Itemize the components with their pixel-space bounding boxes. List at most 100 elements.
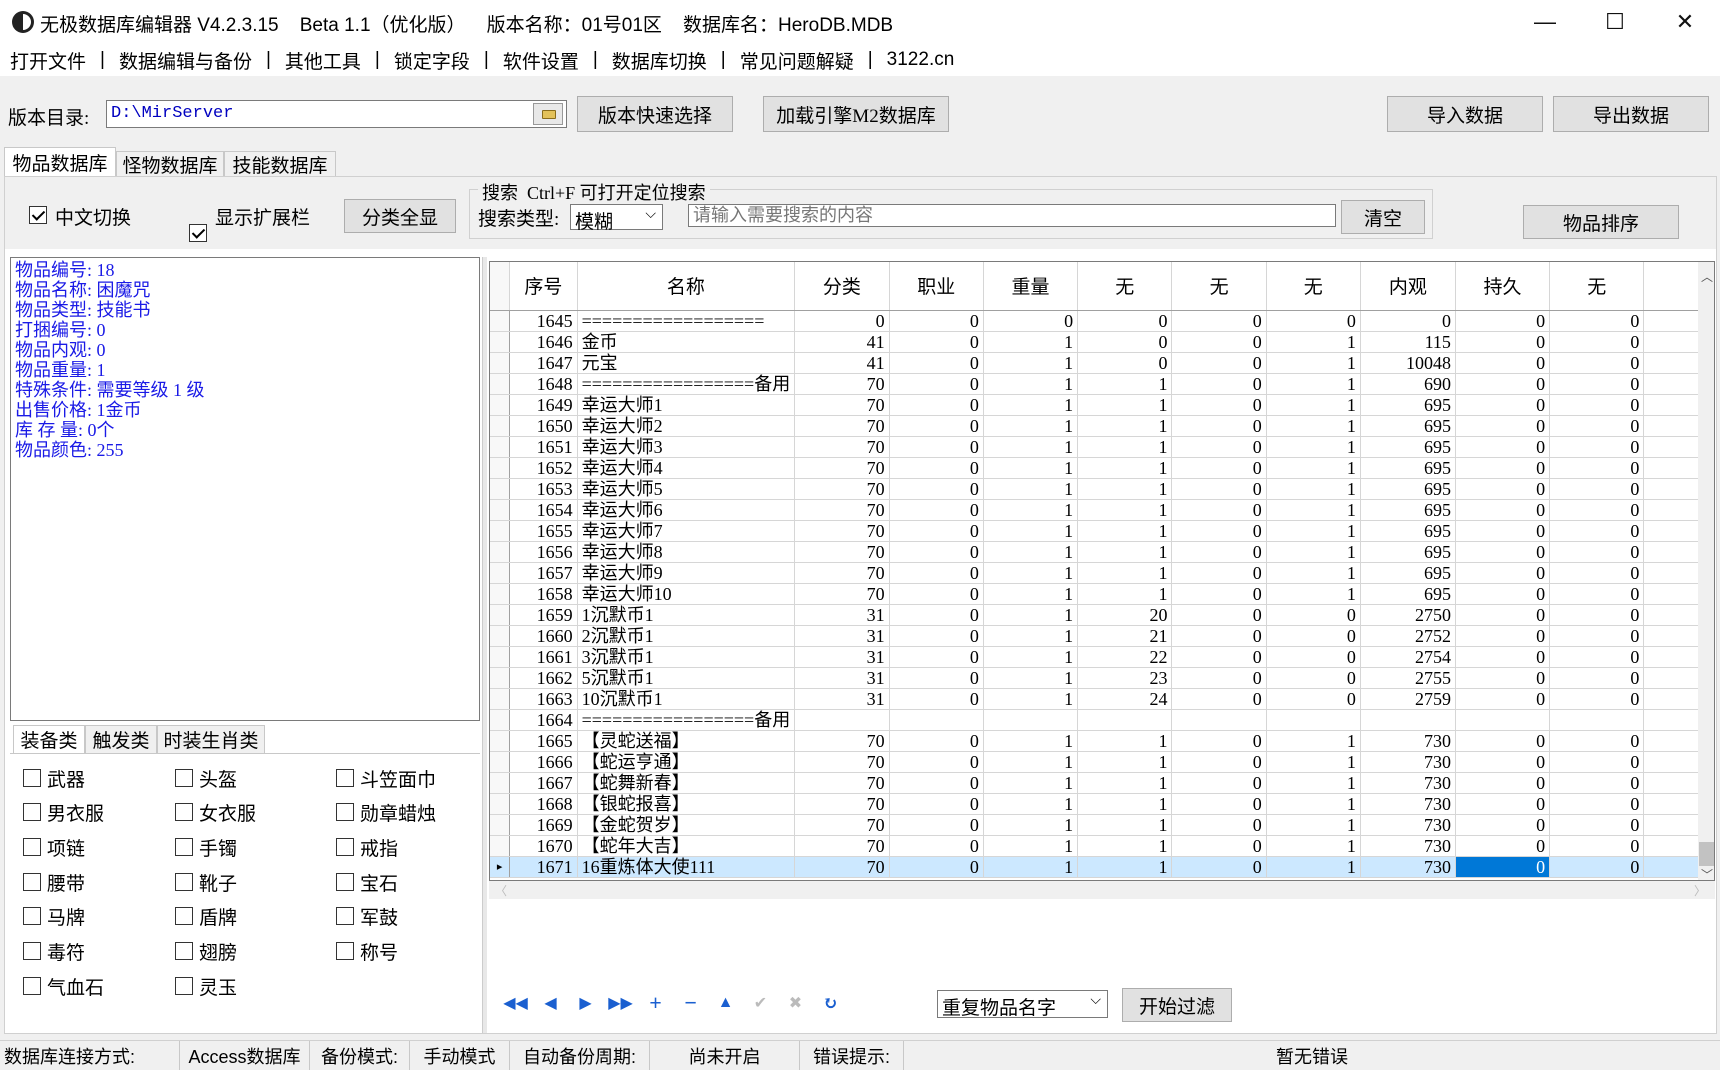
table-cell[interactable]: 0 <box>1549 499 1645 521</box>
search-type-select[interactable]: 模糊 ⌵ <box>570 204 663 233</box>
table-cell[interactable]: 1665 <box>509 730 578 752</box>
table-cell[interactable]: 70 <box>794 772 890 794</box>
table-cell[interactable]: 695 <box>1360 541 1456 563</box>
table-cell[interactable]: 2754 <box>1360 646 1456 668</box>
table-cell[interactable]: 31 <box>794 667 890 689</box>
table-cell[interactable] <box>1077 709 1173 731</box>
table-cell[interactable]: 幸运大师5 <box>577 478 796 500</box>
table-cell[interactable]: 730 <box>1360 730 1456 752</box>
tab-monster-db[interactable]: 怪物数据库 <box>116 151 224 177</box>
table-row[interactable]: 1666 【蛇运亨通】 70 0 1 1 0 1 730 0 0 <box>490 751 1714 773</box>
table-row[interactable]: 1667 【蛇舞新春】 70 0 1 1 0 1 730 0 0 <box>490 772 1714 794</box>
row-indicator[interactable] <box>490 373 511 395</box>
table-cell[interactable]: 0 <box>1455 541 1551 563</box>
table-cell[interactable]: 695 <box>1360 478 1456 500</box>
table-cell[interactable]: 1653 <box>509 478 578 500</box>
table-cell[interactable]: 0 <box>1549 310 1645 332</box>
version-quick-select-button[interactable]: 版本快速选择 <box>577 96 733 132</box>
table-cell[interactable]: 0 <box>1171 604 1267 626</box>
table-cell[interactable]: 0 <box>1455 562 1551 584</box>
horizontal-scrollbar[interactable]: 〈 〉 <box>489 881 1715 899</box>
category-boots[interactable]: 靴子 <box>175 871 237 895</box>
table-cell[interactable]: 1 <box>1266 394 1361 416</box>
table-cell[interactable]: 0 <box>1549 730 1645 752</box>
table-cell[interactable]: 5沉默币1 <box>577 667 796 689</box>
table-cell[interactable] <box>889 709 984 731</box>
table-cell[interactable]: 0 <box>1455 478 1551 500</box>
table-row[interactable]: 1650 幸运大师2 70 0 1 1 0 1 695 0 0 <box>490 415 1714 437</box>
table-cell[interactable]: 0 <box>1455 793 1551 815</box>
table-cell[interactable]: 1 <box>983 394 1079 416</box>
table-cell[interactable]: 1670 <box>509 835 578 857</box>
table-cell[interactable]: 0 <box>889 856 984 878</box>
table-row[interactable]: 1660 2沉默币1 31 0 1 21 0 0 2752 0 0 <box>490 625 1714 647</box>
table-cell[interactable]: 0 <box>1455 520 1551 542</box>
table-cell[interactable]: 0 <box>1171 457 1267 479</box>
table-cell[interactable]: 1 <box>983 751 1079 773</box>
table-cell[interactable]: 70 <box>794 793 890 815</box>
table-cell[interactable]: 1 <box>1077 394 1173 416</box>
category-medal-candle[interactable]: 勋章蜡烛 <box>336 801 436 825</box>
table-cell[interactable]: 1 <box>983 730 1079 752</box>
export-data-button[interactable]: 导出数据 <box>1553 96 1709 132</box>
table-cell[interactable]: 2755 <box>1360 667 1456 689</box>
close-button[interactable]: ✕ <box>1650 0 1720 44</box>
table-cell[interactable]: 0 <box>889 814 984 836</box>
table-cell[interactable]: 0 <box>1549 541 1645 563</box>
table-cell[interactable]: 0 <box>1171 562 1267 584</box>
category-female-armor[interactable]: 女衣服 <box>175 801 256 825</box>
scroll-down-icon[interactable]: ﹀ <box>1701 866 1713 880</box>
table-cell[interactable]: 41 <box>794 352 890 374</box>
tab-fashion-zodiac[interactable]: 时装生肖类 <box>157 725 265 753</box>
table-cell[interactable]: 幸运大师9 <box>577 562 796 584</box>
category-horse-tag[interactable]: 马牌 <box>23 905 85 929</box>
table-cell[interactable]: 1 <box>1266 478 1361 500</box>
table-cell[interactable]: 0 <box>889 772 984 794</box>
table-cell[interactable]: 0 <box>1549 394 1645 416</box>
table-cell[interactable]: 0 <box>1549 751 1645 773</box>
table-cell[interactable]: 1655 <box>509 520 578 542</box>
table-row[interactable]: 1648 =================备用 70 0 1 1 0 1 690 0 0 <box>490 373 1714 395</box>
clear-search-button[interactable]: 清空 <box>1341 200 1425 234</box>
table-cell[interactable]: 0 <box>1455 331 1551 353</box>
table-cell[interactable]: 0 <box>1455 499 1551 521</box>
table-row[interactable]: 1659 1沉默币1 31 0 1 20 0 0 2750 0 0 <box>490 604 1714 626</box>
table-cell[interactable]: 【蛇年大吉】 <box>577 835 796 857</box>
table-cell[interactable]: 幸运大师7 <box>577 520 796 542</box>
row-indicator[interactable] <box>490 352 511 374</box>
table-cell[interactable]: 1 <box>1266 520 1361 542</box>
category-gem[interactable]: 宝石 <box>336 871 398 895</box>
table-cell[interactable]: 2752 <box>1360 625 1456 647</box>
table-cell[interactable]: 0 <box>1171 583 1267 605</box>
table-cell[interactable]: 0 <box>1171 541 1267 563</box>
category-ring[interactable]: 戒指 <box>336 836 398 860</box>
table-cell[interactable]: 0 <box>1455 646 1551 668</box>
table-cell[interactable]: 695 <box>1360 394 1456 416</box>
row-indicator[interactable]: ▸ <box>490 856 511 878</box>
column-header[interactable]: 无 <box>1077 262 1173 311</box>
prior-record-icon[interactable]: ◀ <box>533 988 568 1018</box>
table-row[interactable]: 1657 幸运大师9 70 0 1 1 0 1 695 0 0 <box>490 562 1714 584</box>
table-cell[interactable]: 1667 <box>509 772 578 794</box>
table-cell[interactable]: 0 <box>1171 478 1267 500</box>
table-cell[interactable]: 690 <box>1360 373 1456 395</box>
table-cell[interactable]: 1648 <box>509 373 578 395</box>
table-cell[interactable]: 1 <box>1077 583 1173 605</box>
table-cell[interactable]: 0 <box>1077 352 1173 374</box>
start-filter-button[interactable]: 开始过滤 <box>1122 988 1232 1022</box>
table-cell[interactable]: 0 <box>1455 835 1551 857</box>
table-cell[interactable]: 1 <box>983 688 1079 710</box>
table-cell[interactable]: 0 <box>1171 625 1267 647</box>
duplicate-filter-select[interactable]: 重复物品名字 ⌵ <box>937 990 1108 1019</box>
table-cell[interactable]: 0 <box>889 646 984 668</box>
splitter-handle[interactable] <box>482 257 487 1033</box>
table-cell[interactable]: 31 <box>794 646 890 668</box>
refresh-icon[interactable]: ↻ <box>813 988 848 1018</box>
table-cell[interactable]: 21 <box>1077 625 1173 647</box>
table-cell[interactable]: 0 <box>889 478 984 500</box>
category-necklace[interactable]: 项链 <box>23 836 85 860</box>
table-cell[interactable]: 幸运大师4 <box>577 457 796 479</box>
minimize-button[interactable]: — <box>1510 0 1580 44</box>
table-cell[interactable]: 1 <box>983 373 1079 395</box>
table-cell[interactable]: 0 <box>1077 331 1173 353</box>
